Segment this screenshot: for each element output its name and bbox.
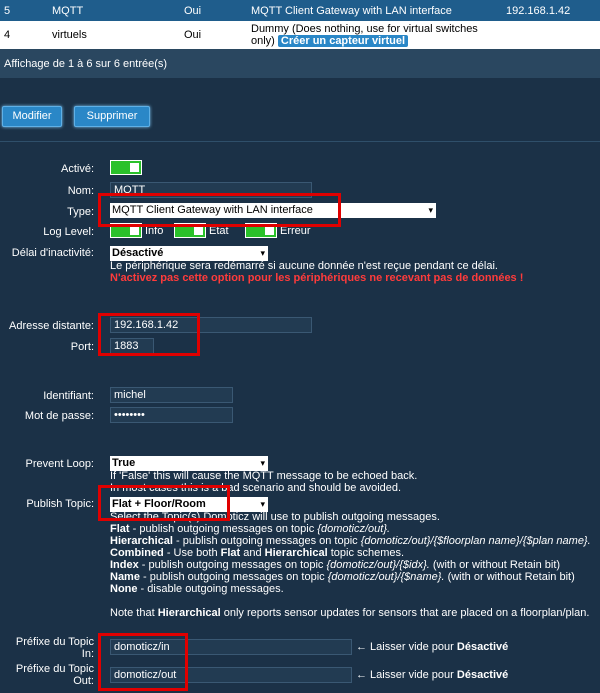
prevent-loop-label: Prevent Loop: <box>25 458 95 470</box>
topic-out-label: Préfixe du Topic Out: <box>15 663 94 687</box>
hierarchical-note: Note that Hierarchical only reports sens… <box>110 607 590 619</box>
hardware-table: 5 MQTT Oui MQTT Client Gateway with LAN … <box>0 0 600 49</box>
prevent-loop-select[interactable]: True ▾ <box>110 456 268 471</box>
password-input[interactable]: •••••••• <box>110 407 233 423</box>
topic-in-hint: ← Laisser vide pour Désactivé <box>356 641 509 653</box>
log-level-label: Log Level: <box>43 226 94 238</box>
publish-topic-label: Publish Topic: <box>26 498 94 510</box>
topic-in-label: Préfixe du Topic In: <box>15 636 94 660</box>
row-name: MQTT <box>52 4 84 17</box>
highlight-box <box>98 633 188 691</box>
publish-note-flat: Flat - publish outgoing messages on topi… <box>110 523 391 535</box>
table-info: Affichage de 1 à 6 sur 6 entrée(s) <box>0 49 600 78</box>
row-address: 192.168.1.42 <box>506 4 571 17</box>
chevron-down-icon: ▾ <box>260 499 265 509</box>
create-virtual-sensor-button[interactable]: Créer un capteur virtuel <box>277 35 408 47</box>
prevent-loop-note1: If 'False' this will cause the MQTT mess… <box>110 470 418 482</box>
port-label: Port: <box>70 341 94 353</box>
table-row[interactable]: 5 MQTT Oui MQTT Client Gateway with LAN … <box>0 0 600 21</box>
username-label: Identifiant: <box>43 390 94 402</box>
modify-button[interactable]: Modifier <box>2 106 62 127</box>
row-type-line2: only) <box>251 35 275 47</box>
type-label: Type: <box>67 206 94 218</box>
delete-button[interactable]: Supprimer <box>74 106 150 127</box>
timeout-note: Le périphérique sera redémarré si aucune… <box>110 260 498 272</box>
topic-out-hint: ← Laisser vide pour Désactivé <box>356 669 509 681</box>
publish-note-none: None - disable outgoing messages. <box>110 583 284 595</box>
highlight-box <box>98 485 230 521</box>
publish-note-hierarchical: Hierarchical - publish outgoing messages… <box>110 535 591 547</box>
publish-note-combined: Combined - Use both Flat and Hierarchica… <box>110 547 405 559</box>
name-label: Nom: <box>67 185 94 197</box>
remote-address-label: Adresse distante: <box>9 320 94 332</box>
row-type: MQTT Client Gateway with LAN interface <box>251 4 452 17</box>
timeout-warning: N'activez pas cette option pour les péri… <box>110 272 524 284</box>
timeout-select[interactable]: Désactivé ▾ <box>110 246 268 261</box>
timeout-select-value: Désactivé <box>112 247 164 259</box>
row-name: virtuels <box>52 29 87 41</box>
highlight-box <box>98 193 341 227</box>
chevron-down-icon: ▾ <box>260 458 265 468</box>
prevent-loop-value: True <box>112 457 136 469</box>
row-idx: 4 <box>4 29 11 41</box>
row-type: Dummy (Does nothing, use for virtual swi… <box>247 21 502 49</box>
active-toggle[interactable] <box>110 160 142 175</box>
chevron-down-icon: ▾ <box>428 205 433 215</box>
divider <box>0 141 600 142</box>
publish-note-name: Name - publish outgoing messages on topi… <box>110 571 575 583</box>
table-row[interactable]: 4 virtuels Oui Dummy (Does nothing, use … <box>0 21 600 49</box>
password-label: Mot de passe: <box>24 410 94 422</box>
row-address <box>502 21 600 49</box>
row-idx: 5 <box>4 4 11 17</box>
row-type-line1: Dummy (Does nothing, use for virtual swi… <box>251 23 478 35</box>
row-active: Oui <box>184 29 202 41</box>
row-active: Oui <box>184 4 202 17</box>
highlight-box <box>98 313 200 356</box>
publish-note-index: Index - publish outgoing messages on top… <box>110 559 561 571</box>
username-input[interactable]: michel <box>110 387 233 403</box>
timeout-label: Délai d'inactivité: <box>11 247 94 259</box>
active-label: Activé: <box>60 163 94 175</box>
chevron-down-icon: ▾ <box>260 248 265 258</box>
